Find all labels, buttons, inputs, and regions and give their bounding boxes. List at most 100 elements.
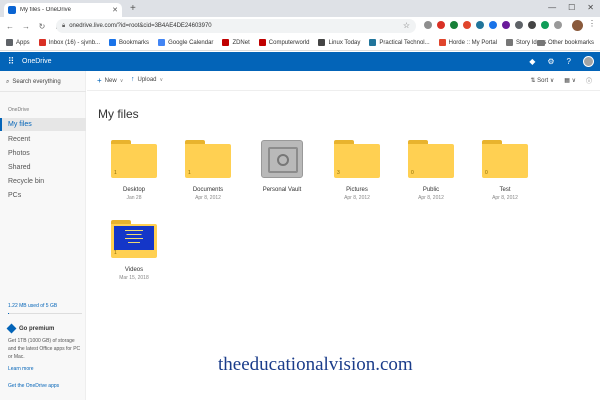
other-bookmarks-label: Other bookmarks <box>547 40 594 46</box>
chevron-down-icon: ∨ <box>159 76 164 83</box>
extension-icon[interactable] <box>463 21 471 29</box>
browser-menu-icon[interactable]: ⋮ <box>588 19 596 28</box>
chevron-down-icon: ∨ <box>119 77 124 84</box>
bookmark-favicon-icon <box>6 39 13 46</box>
video-thumbnail: ▬▬▬▬▬▬ ▬▬▬▬▬ ▬▬▬▬▬▬ ▬▬▬▬ <box>114 226 154 250</box>
address-bar[interactable]: 🔒︎ onedrive.live.com/?id=root&cid=3B4AE4… <box>56 19 416 33</box>
extension-icon[interactable] <box>515 21 523 29</box>
storage-usage-text[interactable]: 1.22 MB used of 5 GB <box>8 303 57 309</box>
extension-icon[interactable] <box>424 21 432 29</box>
bookmark-item[interactable]: Computerworld <box>258 39 310 46</box>
info-icon[interactable]: ⓘ <box>586 76 592 85</box>
folder-tile-pictures[interactable]: 3 Pictures Apr 8, 2012 <box>327 140 387 201</box>
folder-tile-desktop[interactable]: 1 Desktop Jan 28 <box>104 140 164 201</box>
extension-icon[interactable] <box>554 21 562 29</box>
go-premium-label: Go premium <box>19 325 55 332</box>
sidebar-item-pcs[interactable]: PCs <box>0 189 86 202</box>
bookmark-item[interactable]: Practical Technol... <box>369 39 430 46</box>
browser-profile-avatar[interactable] <box>572 20 583 31</box>
item-count: 0 <box>485 170 488 176</box>
onedrive-header: ⠿ OneDrive ◆ ⚙ ? <box>0 52 600 71</box>
close-tab-icon[interactable]: ✕ <box>112 6 118 14</box>
folder-icon: ▬▬▬▬▬▬ ▬▬▬▬▬ ▬▬▬▬▬▬ ▬▬▬▬ 1 <box>111 220 157 258</box>
close-window-icon[interactable]: ✕ <box>587 3 594 12</box>
reload-icon[interactable]: ↻ <box>38 22 46 31</box>
bookmark-item[interactable]: ZDNet <box>222 39 250 46</box>
storage-bar-fill <box>8 313 9 314</box>
lock-icon: 🔒︎ <box>62 22 66 29</box>
bookmark-label: Computerworld <box>268 39 310 46</box>
new-label: New <box>104 77 117 84</box>
minimize-icon[interactable]: — <box>548 3 556 12</box>
settings-gear-icon[interactable]: ⚙ <box>547 57 554 66</box>
folder-icon: 1 <box>111 140 157 178</box>
bookmark-item[interactable]: Google Calendar <box>158 39 213 46</box>
folder-tile-public[interactable]: 0 Public Apr 8, 2012 <box>401 140 461 201</box>
extension-icon[interactable] <box>502 21 510 29</box>
bookmark-item[interactable]: Bookmarks <box>109 39 149 46</box>
bookmark-favicon-icon <box>258 39 266 46</box>
tile-name: Public <box>422 187 440 193</box>
forward-icon[interactable]: → <box>22 22 30 31</box>
sidebar: ⌕ Search everything OneDrive My files Rec… <box>0 71 86 400</box>
nav-section-heading: OneDrive <box>8 107 30 113</box>
extension-icon[interactable] <box>528 21 536 29</box>
get-apps-link[interactable]: Get the OneDrive apps <box>8 383 59 389</box>
back-icon[interactable]: ← <box>6 22 14 31</box>
bookmark-star-icon[interactable]: ☆ <box>403 21 410 30</box>
extension-icon[interactable] <box>476 21 484 29</box>
onedrive-brand[interactable]: OneDrive <box>22 58 52 65</box>
premium-diamond-icon[interactable]: ◆ <box>529 57 535 66</box>
premium-description: Get 1TB (1000 GB) of storage and the lat… <box>8 338 81 360</box>
bookmark-item[interactable]: Horde :: My Portal <box>438 39 497 46</box>
app-launcher-icon[interactable]: ⠿ <box>0 56 22 67</box>
other-bookmarks[interactable]: Other bookmarks <box>536 40 594 46</box>
header-actions: ◆ ⚙ ? <box>529 56 594 67</box>
item-count: 1 <box>188 170 191 176</box>
extension-icons <box>424 21 562 29</box>
item-count: 1 <box>114 250 117 256</box>
upload-label: Upload <box>137 76 157 83</box>
chevron-down-icon: ∨ <box>549 78 555 84</box>
new-button[interactable]: + New ∨ <box>97 76 123 85</box>
storage-bar <box>8 313 82 314</box>
extension-icon[interactable] <box>489 21 497 29</box>
sidebar-item-my-files[interactable]: My files <box>0 118 86 131</box>
learn-more-link[interactable]: Learn more <box>8 366 34 372</box>
account-avatar[interactable] <box>583 56 594 67</box>
folder-tile-test[interactable]: 0 Test Apr 8, 2012 <box>475 140 535 201</box>
folder-tile-videos[interactable]: ▬▬▬▬▬▬ ▬▬▬▬▬ ▬▬▬▬▬▬ ▬▬▬▬ 1 Videos Mar 15, 2018 <box>104 220 164 281</box>
folder-tile-personal-vault[interactable]: Personal Vault <box>252 140 312 195</box>
sidebar-item-recent[interactable]: Recent <box>0 133 86 146</box>
extension-icon[interactable] <box>541 21 549 29</box>
bookmark-item[interactable]: Apps <box>6 39 30 46</box>
url-text: onedrive.live.com/?id=root&cid=3B4AE4DE2… <box>69 23 212 29</box>
command-bar: + New ∨ ↑ Upload ∨ ⇅ Sort ∨ ▦ ∨ ⓘ <box>87 71 600 91</box>
extension-icon[interactable] <box>450 21 458 29</box>
bookmark-favicon-icon <box>222 39 230 46</box>
bookmark-item[interactable]: Linux Today <box>318 39 360 46</box>
sort-button[interactable]: ⇅ Sort ∨ <box>530 77 554 84</box>
view-options-icon[interactable]: ▦ ∨ <box>564 77 576 84</box>
sort-label: Sort <box>537 78 549 84</box>
browser-tab[interactable]: My files - OneDrive ✕ <box>4 3 122 17</box>
bookmark-item[interactable]: Inbox (16) - sjvnb... <box>38 39 100 46</box>
new-tab-icon[interactable]: + <box>130 3 136 15</box>
tile-name: Test <box>499 187 511 193</box>
watermark: theeducationalvision.com <box>218 354 413 375</box>
extension-icon[interactable] <box>437 21 445 29</box>
sidebar-item-recycle-bin[interactable]: Recycle bin <box>0 175 86 188</box>
help-icon[interactable]: ? <box>567 57 571 66</box>
sidebar-item-shared[interactable]: Shared <box>0 161 86 174</box>
sidebar-item-photos[interactable]: Photos <box>0 147 86 160</box>
bookmark-label: Google Calendar <box>168 39 214 46</box>
tile-date: Jan 28 <box>126 195 142 201</box>
browser-toolbar: ← → ↻ ⌂ 🔒︎ onedrive.live.com/?id=root&ci… <box>0 17 600 35</box>
tab-strip: My files - OneDrive ✕ + — ☐ ✕ <box>0 0 600 17</box>
maximize-icon[interactable]: ☐ <box>568 3 575 12</box>
folder-icon: 0 <box>482 140 528 178</box>
search-box[interactable]: ⌕ Search everything <box>6 76 82 88</box>
tile-name: Pictures <box>346 187 368 193</box>
upload-button[interactable]: ↑ Upload ∨ <box>131 76 163 83</box>
folder-tile-documents[interactable]: 1 Documents Apr 8, 2012 <box>178 140 238 201</box>
